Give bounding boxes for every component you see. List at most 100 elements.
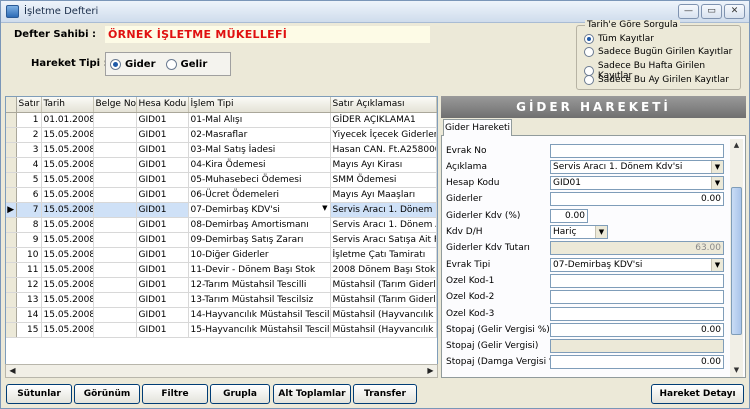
input-field[interactable]: 0.00	[550, 322, 724, 337]
transfer-button[interactable]: Transfer	[353, 384, 417, 404]
table-cell[interactable]: GID01	[136, 232, 189, 248]
row-indicator[interactable]	[6, 127, 17, 143]
table-cell[interactable]	[93, 187, 137, 203]
table-cell[interactable]: 15.05.2008	[41, 292, 94, 308]
row-indicator[interactable]	[6, 277, 17, 293]
row-indicator[interactable]	[6, 292, 17, 308]
table-cell[interactable]: Müstahsil (Hayvancılık Giderleri)	[330, 322, 437, 338]
records-grid[interactable]: Satır Tarih Belge No Hesa Kodu İşlem Tipi Sat…	[5, 96, 438, 378]
table-cell[interactable]: Servis Aracı 1. Dönem Kdv	[330, 202, 437, 218]
table-row[interactable]: 6 15.05.2008 GID01 06-Ücret Ödemeleri Mayıs …	[6, 187, 437, 203]
table-cell[interactable]: 15.05.2008	[41, 142, 94, 158]
table-cell[interactable]: Müstahsil (Hayvancılık Giderleri)	[330, 307, 437, 323]
table-cell[interactable]: Hasan CAN. Ft.A258000 İade	[330, 142, 437, 158]
chevron-down-icon[interactable]: ▼	[595, 226, 607, 238]
table-row[interactable]: 1 01.01.2008 GID01 01-Mal Alışı GİDER AÇIKLA…	[6, 112, 437, 128]
table-cell[interactable]: GID01	[136, 247, 189, 263]
table-cell[interactable]: GID01	[136, 277, 189, 293]
filter-option-today[interactable]: Sadece Bugün Girilen Kayıtlar	[584, 47, 732, 57]
table-row[interactable]: 13 15.05.2008 GID01 13-Tarım Müstahsil Tesc…	[6, 292, 437, 308]
table-cell[interactable]: 15.05.2008	[41, 322, 94, 338]
table-cell[interactable]: 15.05.2008	[41, 157, 94, 173]
scroll-thumb[interactable]	[731, 187, 742, 335]
close-button[interactable]: ✕	[724, 4, 745, 19]
grid-column-header[interactable]: Belge No	[93, 97, 137, 113]
table-cell[interactable]: 15.05.2008	[41, 172, 94, 188]
table-cell[interactable]: GID01	[136, 187, 189, 203]
table-cell[interactable]: 2	[16, 127, 42, 143]
table-cell[interactable]: Yiyecek İçecek Giderleri	[330, 127, 437, 143]
table-cell[interactable]: GID01	[136, 322, 189, 338]
table-cell[interactable]: 14	[16, 307, 42, 323]
grid-column-header[interactable]: Tarih	[41, 97, 94, 113]
row-indicator[interactable]	[6, 217, 17, 233]
type-radio-gelir[interactable]: Gelir	[165, 58, 207, 70]
group-button[interactable]: Grupla	[210, 384, 270, 404]
row-indicator[interactable]: ▶	[6, 202, 17, 218]
table-cell[interactable]: 3	[16, 142, 42, 158]
table-cell[interactable]: 5	[16, 172, 42, 188]
chevron-down-icon[interactable]: ▼	[711, 160, 723, 173]
table-row[interactable]: ▶ 7 15.05.2008 GID01 07-Demirbaş KDV'si ▼ Serv…	[6, 202, 437, 218]
columns-button[interactable]: Sütunlar	[6, 384, 72, 404]
table-cell[interactable]: Servis Aracı 1. Dönem Amortismanı	[330, 217, 437, 233]
table-cell[interactable]: GID01	[136, 292, 189, 308]
table-cell[interactable]: Müstahsil (Tarım Giderleri)	[330, 277, 437, 293]
table-row[interactable]: 10 15.05.2008 GID01 10-Diğer Giderler İşletm…	[6, 247, 437, 263]
grid-column-header[interactable]: Satır Açıklaması	[330, 97, 437, 113]
table-cell[interactable]: GID01	[136, 307, 189, 323]
table-cell[interactable]: 05-Muhasebeci Ödemesi	[188, 172, 331, 188]
table-cell[interactable]: 13-Tarım Müstahsil Tescilsiz	[188, 292, 331, 308]
table-cell[interactable]: 13	[16, 292, 42, 308]
input-field[interactable]: 0.00	[550, 192, 724, 207]
table-cell[interactable]: 15.05.2008	[41, 187, 94, 203]
maximize-button[interactable]: ▭	[701, 4, 722, 19]
table-cell[interactable]: 01-Mal Alışı	[188, 112, 331, 128]
table-cell[interactable]	[93, 247, 137, 263]
grid-column-header[interactable]: Hesa Kodu	[136, 97, 189, 113]
table-row[interactable]: 12 15.05.2008 GID01 12-Tarım Müstahsil Tesc…	[6, 277, 437, 293]
table-row[interactable]: 15 15.05.2008 GID01 15-Hayvancılık Müstahsi…	[6, 322, 437, 338]
table-cell[interactable]: 12	[16, 277, 42, 293]
table-cell[interactable]: GID01	[136, 112, 189, 128]
grid-horizontal-scrollbar[interactable]: ◀ ▶	[5, 364, 438, 378]
table-cell[interactable]: 15.05.2008	[41, 247, 94, 263]
table-cell[interactable]: GID01	[136, 142, 189, 158]
table-cell[interactable]: 15	[16, 322, 42, 338]
table-cell[interactable]: 15-Hayvancılık Müstahsil Tescilsiz	[188, 322, 331, 338]
table-cell[interactable]: 15.05.2008	[41, 307, 94, 323]
grid-column-header[interactable]: İşlem Tipi	[188, 97, 331, 113]
table-cell[interactable]	[93, 307, 137, 323]
row-indicator[interactable]	[6, 322, 17, 338]
table-cell[interactable]: 11-Devir - Dönem Başı Stok	[188, 262, 331, 278]
input-field[interactable]	[550, 143, 724, 158]
table-row[interactable]: 14 15.05.2008 GID01 14-Hayvancılık Müstahsi…	[6, 307, 437, 323]
table-cell[interactable]: 15.05.2008	[41, 202, 94, 218]
scroll-right-icon[interactable]: ▶	[424, 365, 437, 377]
table-row[interactable]: 2 15.05.2008 GID01 02-Masraflar Yiyecek İçec…	[6, 127, 437, 143]
table-cell[interactable]	[93, 277, 137, 293]
table-cell[interactable]: GID01	[136, 262, 189, 278]
row-indicator[interactable]	[6, 232, 17, 248]
table-cell[interactable]: 10-Diğer Giderler	[188, 247, 331, 263]
combo-field[interactable]: 07-Demirbaş KDV'si ▼	[550, 257, 724, 272]
table-cell[interactable]	[93, 127, 137, 143]
type-radio-gider[interactable]: Gider	[110, 58, 156, 70]
combo-field[interactable]: GID01 ▼	[550, 176, 724, 191]
table-cell[interactable]: 04-Kira Ödemesi	[188, 157, 331, 173]
table-row[interactable]: 5 15.05.2008 GID01 05-Muhasebeci Ödemesi SMM…	[6, 172, 437, 188]
table-cell[interactable]: 09-Demirbaş Satış Zararı	[188, 232, 331, 248]
input-field[interactable]	[550, 306, 724, 321]
form-vertical-scrollbar[interactable]: ▲ ▼	[730, 139, 743, 377]
table-cell[interactable]: Mayıs Ayı Kirası	[330, 157, 437, 173]
filter-button[interactable]: Filtre	[142, 384, 208, 404]
table-cell[interactable]: 6	[16, 187, 42, 203]
table-cell[interactable]: Müstahsil (Tarım Giderleri)	[330, 292, 437, 308]
table-cell[interactable]: 7	[16, 202, 42, 218]
minimize-button[interactable]: —	[678, 4, 699, 19]
input-field[interactable]: 0.00	[550, 208, 588, 223]
grid-column-header[interactable]: Satır	[16, 97, 42, 113]
tab-gider-hareketi[interactable]: Gider Hareketi	[443, 119, 512, 136]
table-cell[interactable]: 2008 Dönem Başı Stok	[330, 262, 437, 278]
table-cell[interactable]: 15.05.2008	[41, 262, 94, 278]
